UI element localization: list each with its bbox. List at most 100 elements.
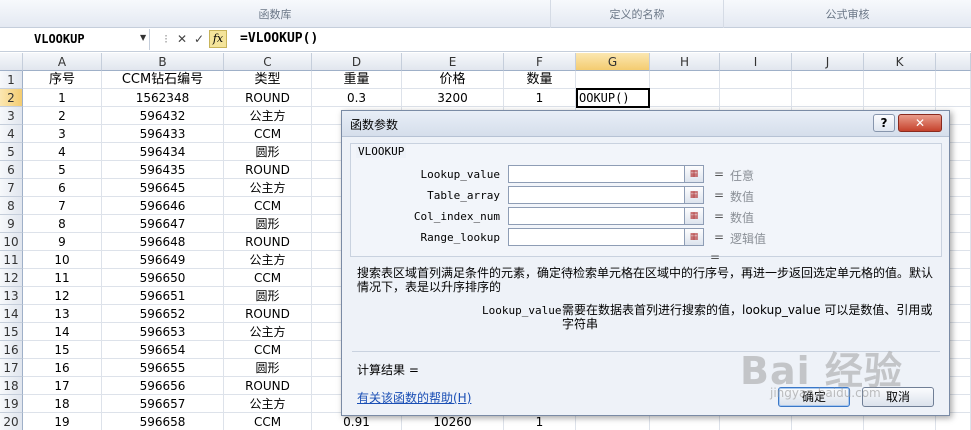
table-cell[interactable]: 圆形: [224, 359, 312, 377]
table-cell[interactable]: 596658: [102, 413, 224, 430]
table-cell[interactable]: 14: [23, 323, 102, 341]
table-cell[interactable]: 8: [23, 215, 102, 233]
table-cell[interactable]: 11: [23, 269, 102, 287]
table-cell[interactable]: 596653: [102, 323, 224, 341]
header-cell[interactable]: [864, 71, 936, 89]
table-cell[interactable]: 19: [23, 413, 102, 430]
row-header[interactable]: 11: [0, 251, 23, 269]
table-cell[interactable]: 1: [504, 89, 576, 107]
table-cell[interactable]: [864, 89, 936, 107]
header-cell[interactable]: 数量: [504, 71, 576, 89]
row-header[interactable]: 8: [0, 197, 23, 215]
select-all-corner[interactable]: [0, 53, 23, 71]
table-cell[interactable]: 公主方: [224, 323, 312, 341]
table-cell[interactable]: [720, 89, 792, 107]
column-header[interactable]: B: [102, 53, 224, 71]
table-cell[interactable]: 596654: [102, 341, 224, 359]
table-cell[interactable]: 596645: [102, 179, 224, 197]
row-header[interactable]: 4: [0, 125, 23, 143]
row-header[interactable]: 6: [0, 161, 23, 179]
table-cell[interactable]: ROUND: [224, 161, 312, 179]
arg-input-range-lookup[interactable]: [508, 228, 704, 246]
column-header[interactable]: E: [402, 53, 504, 71]
table-cell[interactable]: 1: [23, 89, 102, 107]
table-cell[interactable]: CCM: [224, 197, 312, 215]
header-cell[interactable]: 价格: [402, 71, 504, 89]
insert-function-icon[interactable]: fx: [209, 30, 227, 48]
table-cell[interactable]: ROUND: [224, 233, 312, 251]
table-cell[interactable]: 3200: [402, 89, 504, 107]
column-header-selected[interactable]: G: [576, 53, 650, 71]
table-cell[interactable]: 596647: [102, 215, 224, 233]
column-header[interactable]: A: [23, 53, 102, 71]
table-cell[interactable]: 596433: [102, 125, 224, 143]
table-cell[interactable]: 596649: [102, 251, 224, 269]
table-cell[interactable]: 596650: [102, 269, 224, 287]
help-icon[interactable]: ?: [873, 114, 895, 132]
row-header[interactable]: 5: [0, 143, 23, 161]
table-cell[interactable]: 596656: [102, 377, 224, 395]
row-header[interactable]: 12: [0, 269, 23, 287]
row-header[interactable]: 20: [0, 413, 23, 430]
range-select-icon[interactable]: ▦: [684, 186, 704, 204]
table-cell[interactable]: 9: [23, 233, 102, 251]
table-cell[interactable]: 596648: [102, 233, 224, 251]
row-header[interactable]: 16: [0, 341, 23, 359]
column-header[interactable]: F: [504, 53, 576, 71]
header-cell[interactable]: 序号: [23, 71, 102, 89]
range-select-icon[interactable]: ▦: [684, 228, 704, 246]
table-cell[interactable]: 6: [23, 179, 102, 197]
table-cell[interactable]: CCM: [224, 413, 312, 430]
table-cell[interactable]: 16: [23, 359, 102, 377]
table-cell[interactable]: 596651: [102, 287, 224, 305]
header-cell[interactable]: 重量: [312, 71, 402, 89]
table-cell[interactable]: 2: [23, 107, 102, 125]
table-cell[interactable]: 596646: [102, 197, 224, 215]
column-header[interactable]: C: [224, 53, 312, 71]
table-cell[interactable]: ROUND: [224, 89, 312, 107]
table-cell[interactable]: 7: [23, 197, 102, 215]
column-header[interactable]: J: [792, 53, 864, 71]
row-header[interactable]: 3: [0, 107, 23, 125]
enter-icon[interactable]: ✓: [191, 31, 207, 47]
table-cell[interactable]: 0.3: [312, 89, 402, 107]
row-header[interactable]: 2: [0, 89, 23, 107]
table-cell[interactable]: 公主方: [224, 251, 312, 269]
table-cell[interactable]: 圆形: [224, 287, 312, 305]
table-cell[interactable]: 4: [23, 143, 102, 161]
cancel-icon[interactable]: ✕: [174, 31, 190, 47]
row-header[interactable]: 18: [0, 377, 23, 395]
range-select-icon[interactable]: ▦: [684, 207, 704, 225]
table-cell[interactable]: 17: [23, 377, 102, 395]
table-cell[interactable]: 18: [23, 395, 102, 413]
table-cell[interactable]: 圆形: [224, 215, 312, 233]
table-cell[interactable]: CCM: [224, 269, 312, 287]
header-cell[interactable]: [720, 71, 792, 89]
table-cell[interactable]: 596652: [102, 305, 224, 323]
table-cell[interactable]: 596655: [102, 359, 224, 377]
row-header[interactable]: 19: [0, 395, 23, 413]
table-cell[interactable]: CCM: [224, 125, 312, 143]
table-cell[interactable]: 公主方: [224, 179, 312, 197]
table-cell[interactable]: 圆形: [224, 143, 312, 161]
row-header[interactable]: 17: [0, 359, 23, 377]
table-cell[interactable]: 596657: [102, 395, 224, 413]
name-box-dropdown-icon[interactable]: ▼: [140, 33, 146, 42]
table-cell[interactable]: [792, 89, 864, 107]
table-cell[interactable]: CCM: [224, 341, 312, 359]
arg-input-table-array[interactable]: [508, 186, 704, 204]
formula-input[interactable]: =VLOOKUP(): [240, 31, 318, 46]
row-header[interactable]: 7: [0, 179, 23, 197]
table-cell[interactable]: 596435: [102, 161, 224, 179]
table-cell[interactable]: ROUND: [224, 377, 312, 395]
table-cell[interactable]: 13: [23, 305, 102, 323]
range-select-icon[interactable]: ▦: [684, 165, 704, 183]
column-header[interactable]: K: [864, 53, 936, 71]
table-cell[interactable]: 15: [23, 341, 102, 359]
column-header[interactable]: I: [720, 53, 792, 71]
row-header[interactable]: 15: [0, 323, 23, 341]
name-box[interactable]: VLOOKUP: [0, 29, 150, 50]
table-cell[interactable]: 12: [23, 287, 102, 305]
arg-input-lookup-value[interactable]: [508, 165, 704, 183]
arg-input-col-index-num[interactable]: [508, 207, 704, 225]
